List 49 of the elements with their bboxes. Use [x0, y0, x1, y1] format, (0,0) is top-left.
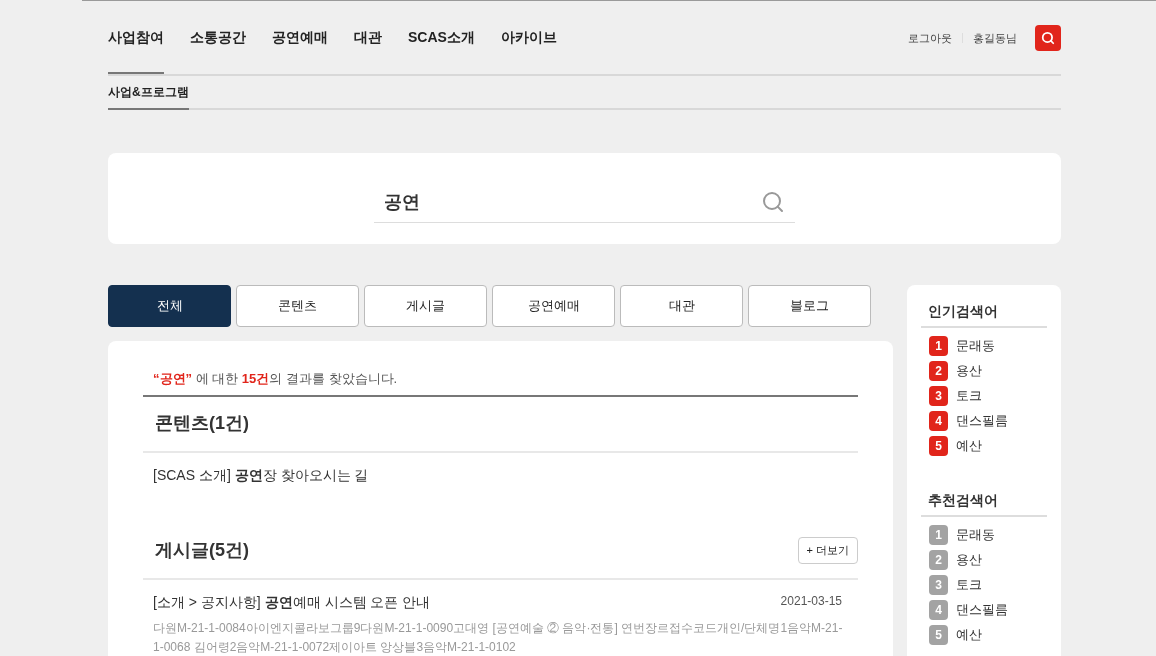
keyword-link[interactable]: 예산	[956, 625, 982, 645]
rank-badge: 4	[929, 411, 948, 431]
results-summary: “공연” 에 대한 15건의 결과를 찾았습니다.	[143, 369, 858, 397]
keyword-link[interactable]: 예산	[956, 436, 982, 456]
user-link[interactable]: 홍길동님	[973, 29, 1017, 47]
more-button[interactable]: + 더보기	[797, 537, 858, 564]
filter-tab[interactable]: 콘텐츠	[236, 285, 359, 327]
nav-tab[interactable]: 소통공간	[190, 2, 246, 74]
filter-tab[interactable]: 전체	[108, 285, 231, 327]
keyword-link[interactable]: 문래동	[956, 336, 995, 356]
keyword-link[interactable]: 토크	[956, 575, 982, 595]
search-button[interactable]	[1035, 25, 1061, 51]
rank-badge: 3	[929, 386, 948, 406]
nav-tab[interactable]: 공연예매	[272, 2, 328, 74]
subnav-tab[interactable]: 사업&프로그램	[108, 76, 189, 110]
sidebar-title: 인기검색어	[921, 301, 1047, 328]
search-icon	[1041, 31, 1055, 45]
filter-tab[interactable]: 공연예매	[492, 285, 615, 327]
keyword-link[interactable]: 문래동	[956, 525, 995, 545]
filter-tab[interactable]: 게시글	[364, 285, 487, 327]
keyword-link[interactable]: 토크	[956, 386, 982, 406]
rank-badge: 2	[929, 361, 948, 381]
search-field[interactable]: 공연	[374, 182, 795, 223]
sidebar-title: 추천검색어	[921, 490, 1047, 517]
nav-tab[interactable]: 사업참여	[108, 2, 164, 74]
section-title: 게시글(5건)	[155, 539, 249, 562]
rank-badge: 5	[929, 436, 948, 456]
keyword-link[interactable]: 댄스필름	[956, 600, 1008, 620]
result-date: 2021-03-15	[780, 592, 842, 610]
search-icon	[761, 190, 785, 214]
filter-tab[interactable]: 블로그	[748, 285, 871, 327]
keyword-link[interactable]: 댄스필름	[956, 411, 1008, 431]
result-excerpt: 다원M-21-1-0084아이엔지콜라보그룹9다원M-21-1-0090고대영 [공연예술 ② 음악·전통] 연번장르접수코드개인/단체명1음악M-21-1-0068 김어령2음악M-21-1-0072제이아트 앙상블3음악M-21-1-0102	[153, 619, 844, 656]
logout-link[interactable]: 로그아웃	[908, 29, 952, 47]
rank-badge: 1	[929, 336, 948, 356]
nav-tab[interactable]: 대관	[354, 2, 382, 74]
keyword-link[interactable]: 용산	[956, 550, 982, 570]
nav-tab[interactable]: SCAS소개	[408, 2, 475, 74]
rank-badge: 5	[929, 625, 948, 645]
result-title[interactable]: [소개 > 공지사항] 공연예매 시스템 오픈 안내	[153, 591, 431, 613]
section-title: 콘텐츠(1건)	[155, 412, 249, 435]
rank-badge: 4	[929, 600, 948, 620]
rank-badge: 3	[929, 575, 948, 595]
rank-badge: 1	[929, 525, 948, 545]
result-title[interactable]: [SCAS 소개] 공연장 찾아오시는 길	[153, 464, 369, 486]
rank-badge: 2	[929, 550, 948, 570]
nav-tab[interactable]: 아카이브	[500, 2, 557, 74]
keyword-link[interactable]: 용산	[956, 361, 982, 381]
filter-tab[interactable]: 대관	[620, 285, 743, 327]
